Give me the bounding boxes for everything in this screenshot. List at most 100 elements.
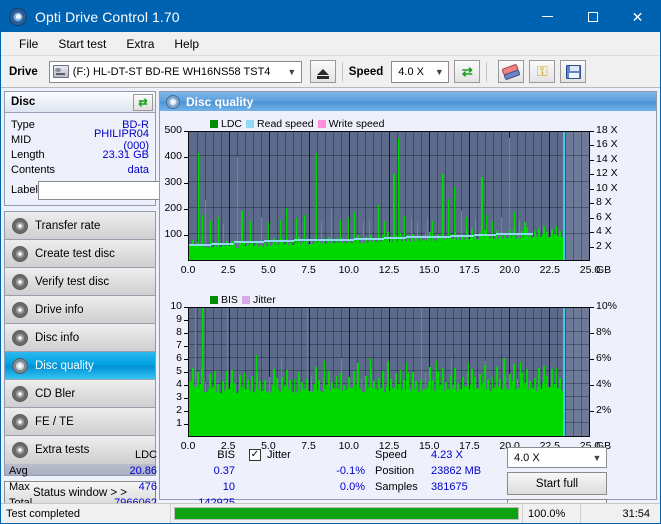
y-axis-tick <box>184 320 188 321</box>
stats-header-bis: BIS <box>217 449 235 461</box>
no-data-region <box>563 132 589 260</box>
sidebar-item-label: FE / TE <box>35 415 74 428</box>
disc-row-contents: Contents data <box>11 162 149 177</box>
sidebar-item-transfer-rate[interactable]: Transfer rate <box>5 212 155 240</box>
maximize-button[interactable] <box>570 1 615 32</box>
disc-create-icon <box>12 245 28 262</box>
y2-axis-tick <box>590 411 594 412</box>
jitter-checkbox-row[interactable]: ✓ Jitter <box>249 447 365 463</box>
stats-row-avg: Avg 20.86 0.37 <box>9 463 235 479</box>
data-spike <box>260 217 262 260</box>
data-spike <box>474 219 476 260</box>
test-speed-value: 4.0 X <box>514 451 540 464</box>
y-axis-tick <box>184 131 188 132</box>
menu-item-help[interactable]: Help <box>164 34 209 54</box>
sidebar-item-fe-te[interactable]: FE / TE <box>5 408 155 436</box>
disc-row-mid-key: MID <box>11 133 32 146</box>
data-spike <box>377 205 379 260</box>
read-speed-segment <box>451 234 474 237</box>
disc-panel-title: Disc <box>11 96 36 108</box>
y-axis-tick <box>184 411 188 412</box>
sidebar-item-disc-info[interactable]: Disc info <box>5 324 155 352</box>
x-axis-tick-label: 7.5 <box>301 264 316 276</box>
menu-item-start-test[interactable]: Start test <box>48 34 116 54</box>
x-axis-tick-label: 15.0 <box>418 264 440 276</box>
sidebar-item-disc-quality[interactable]: Disc quality <box>5 352 155 380</box>
gridline-v <box>581 132 582 260</box>
data-spike <box>406 363 408 436</box>
y2-axis-tick <box>590 232 594 234</box>
menu-item-file[interactable]: File <box>9 34 48 54</box>
plot-area-bottom <box>188 307 590 437</box>
no-data-region <box>563 308 589 436</box>
data-spike <box>436 360 438 436</box>
close-icon: ✕ <box>631 8 644 25</box>
legend-swatch <box>241 296 250 304</box>
close-button[interactable]: ✕ <box>615 1 660 32</box>
y-axis-tick <box>184 398 188 399</box>
refresh-button[interactable]: ⇄ <box>454 60 481 83</box>
disc-drive-icon <box>12 301 28 318</box>
minimize-button[interactable] <box>525 1 570 32</box>
y-axis-tick <box>184 385 188 386</box>
data-spike <box>218 217 220 260</box>
data-spike <box>330 209 332 260</box>
gridline-h <box>189 155 589 156</box>
disc-label-row: Label <box>11 180 241 200</box>
read-speed-segment <box>353 237 384 240</box>
y2-axis-tick <box>590 145 594 147</box>
data-spike <box>503 358 505 436</box>
data-spike <box>513 211 516 260</box>
drive-label: Drive <box>9 65 38 78</box>
y-axis-tick <box>184 359 188 360</box>
speed-select[interactable]: 4.0 X ▼ <box>391 60 450 83</box>
read-speed-segment <box>518 232 534 235</box>
gridline-h <box>189 318 589 319</box>
sidebar-item-cd-bler[interactable]: CD Bler <box>5 380 155 408</box>
gridline-h <box>189 357 589 358</box>
chevron-down-icon: ▼ <box>287 66 297 77</box>
chart-legend-top: LDC Read speed Write speed <box>210 118 385 130</box>
toolbar-divider-1 <box>341 61 343 82</box>
y-axis-tick <box>184 157 188 158</box>
main-body: Disc ⇄ Type BD-R MID PHILIPR04 (000) Len… <box>1 88 660 522</box>
y-axis-tick-label: 1 <box>176 417 182 429</box>
stats-row-max-key: Max <box>9 481 30 493</box>
jitter-checkbox[interactable]: ✓ <box>249 449 261 461</box>
y2-axis-tick <box>590 307 594 308</box>
disc-row-type-key: Type <box>11 118 35 131</box>
data-spike <box>466 217 468 260</box>
save-button[interactable] <box>560 60 587 83</box>
y2-axis-tick <box>590 159 594 161</box>
drive-select[interactable]: (F:) HL-DT-ST BD-RE WH16NS58 TST4 ▼ <box>48 60 302 83</box>
y2-axis-tick-label: 2% <box>596 404 612 416</box>
readout-samples: Samples 381675 <box>375 479 495 495</box>
stats-row-avg-key: Avg <box>9 465 28 477</box>
read-speed-segment <box>428 235 452 238</box>
stats-row-max: Max 476 10 <box>9 479 235 495</box>
y-axis-tick-label: 5 <box>176 365 182 377</box>
gridline-h <box>189 370 589 371</box>
y2-axis-tick-label: 18 X <box>596 124 618 136</box>
x-axis-tick-label: 20.0 <box>499 264 520 276</box>
data-spike <box>209 221 211 260</box>
disc-info-icon <box>12 329 28 346</box>
data-spike <box>524 222 526 260</box>
erase-button[interactable] <box>498 60 525 83</box>
progress-fill <box>175 508 518 519</box>
sidebar-item-label: Disc quality <box>35 359 94 372</box>
sidebar-item-create-test-disc[interactable]: Create test disc <box>5 240 155 268</box>
start-full-button[interactable]: Start full <box>507 472 607 495</box>
legend-swatch <box>246 120 255 128</box>
keys-button[interactable]: ⚿ <box>529 60 556 83</box>
menu-item-extra[interactable]: Extra <box>116 34 164 54</box>
sidebar-item-verify-test-disc[interactable]: Verify test disc <box>5 268 155 296</box>
stats-row-avg-bis: 0.37 <box>213 465 235 477</box>
disc-refresh-button[interactable]: ⇄ <box>133 93 153 111</box>
test-speed-select[interactable]: 4.0 X ▼ <box>507 447 607 468</box>
eject-button[interactable] <box>309 60 336 83</box>
y-axis-tick <box>184 372 188 373</box>
sidebar-item-drive-info[interactable]: Drive info <box>5 296 155 324</box>
disc-quality-header: Disc quality <box>160 92 656 111</box>
data-spike <box>454 187 456 260</box>
